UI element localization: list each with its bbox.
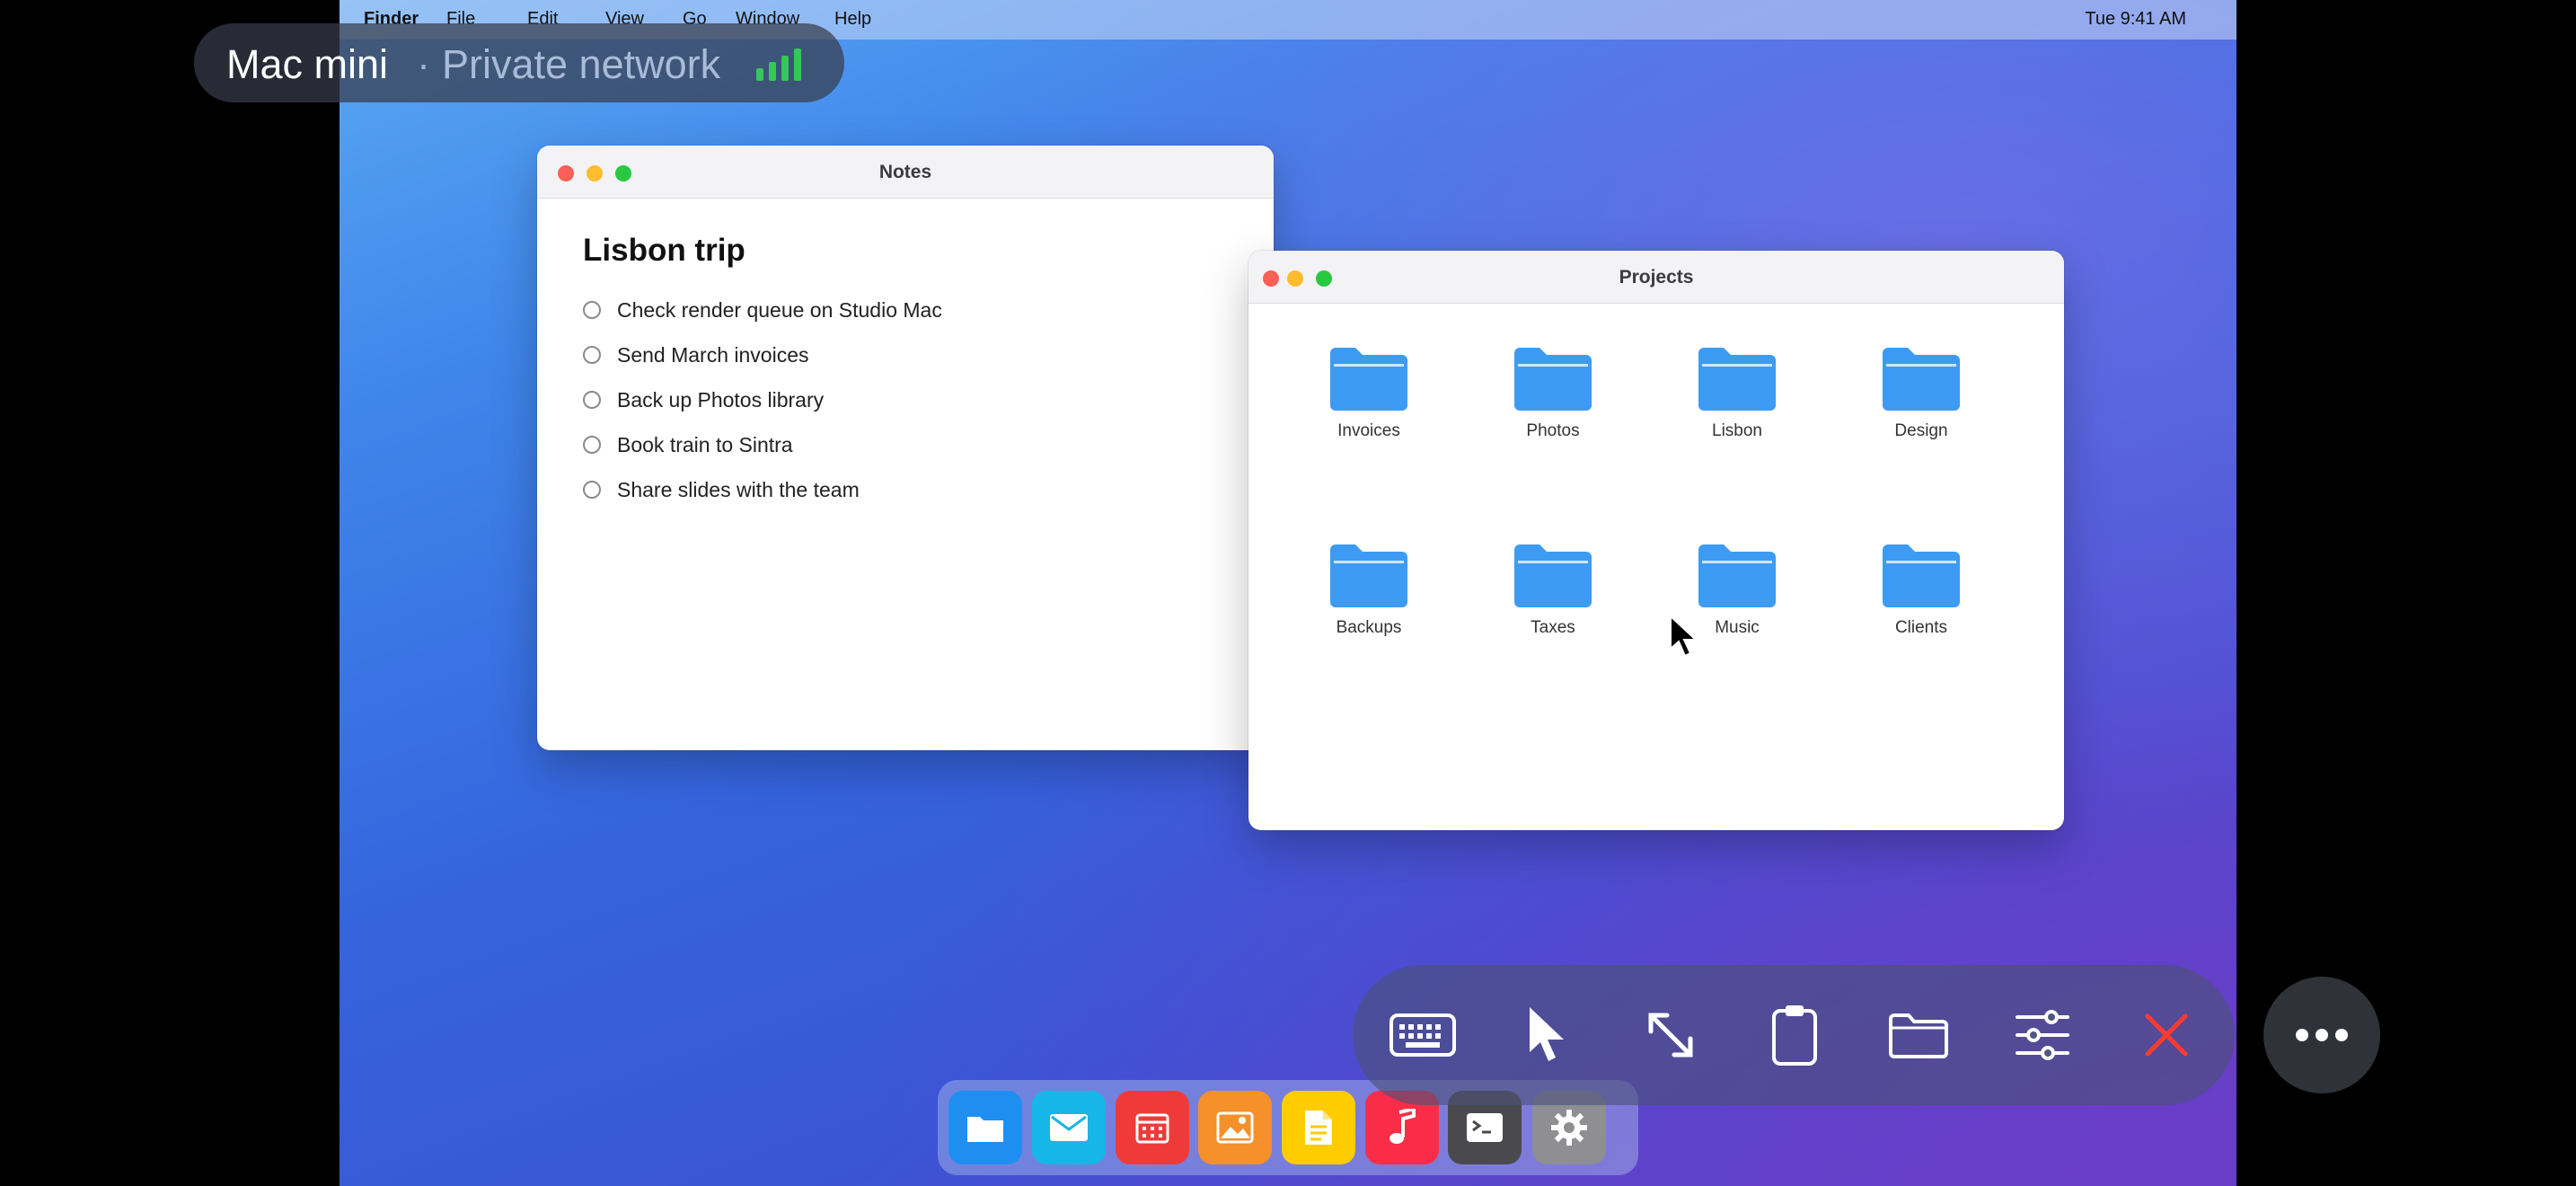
folder-icon [1698,544,1776,607]
folder-item[interactable]: Taxes [1481,543,1625,638]
folder-label: Backups [1336,618,1402,637]
notes-icon[interactable] [1282,1091,1355,1164]
close-icon[interactable] [2129,997,2204,1073]
folder-item[interactable]: Backups [1297,543,1441,638]
menu-help[interactable]: Help [834,9,871,30]
folder-label: Lisbon [1712,421,1762,440]
projects-window-title: Projects [1619,267,1694,288]
todo-text[interactable]: Share slides with the team [617,478,860,502]
signal-bars-icon [756,49,801,81]
folder-icon [1330,544,1407,607]
projects-titlebar[interactable]: Projects [1248,251,2064,304]
folder-icon [1514,544,1592,607]
folder-label: Clients [1894,618,1948,637]
todo-checkbox[interactable] [583,481,601,499]
notes-window-title: Notes [878,162,932,182]
folder-item[interactable]: Invoices [1297,346,1441,441]
todo-checkbox[interactable] [583,301,601,319]
projects-window[interactable]: Projects Invoices Photos Lisbon Design Backu… [1248,251,2064,830]
calendar-icon[interactable] [1116,1091,1189,1164]
menu-bar-clock[interactable]: Tue 9:41 AM [2085,9,2186,30]
photos-icon[interactable] [1198,1091,1272,1164]
folder-icon [1883,348,1960,411]
network-label: Private network [442,41,721,87]
todo-checkbox[interactable] [583,346,601,364]
notes-window[interactable]: Notes Lisbon trip Check render queue on … [537,146,1274,750]
todo-checkbox[interactable] [583,391,601,409]
mouse-cursor-icon [1670,615,1698,658]
folder-item[interactable]: Design [1849,346,1993,441]
folder-icon[interactable] [1881,997,1956,1073]
todo-text[interactable]: Book train to Sintra [617,433,793,457]
folder-icon [1330,348,1407,411]
settings-sliders-icon[interactable] [2005,997,2080,1073]
folder-label: Taxes [1531,618,1575,637]
folder-icon [1698,348,1776,411]
todo-text[interactable]: Check render queue on Studio Mac [617,298,942,323]
separator-dot: · [417,41,430,87]
mail-icon[interactable] [1032,1091,1106,1164]
clipboard-icon[interactable] [1757,997,1832,1073]
files-icon[interactable] [948,1091,1022,1164]
todo-item[interactable]: Send March invoices [583,341,809,368]
keyboard-icon[interactable] [1385,997,1460,1073]
folder-item[interactable]: Lisbon [1665,346,1809,441]
remote-control-toolbar [1353,965,2235,1105]
todo-item[interactable]: Share slides with the team [583,476,860,503]
folder-label: Design [1894,421,1948,440]
note-heading[interactable]: Lisbon trip [583,233,745,269]
todo-item[interactable]: Book train to Sintra [583,431,793,458]
folder-item[interactable]: Clients [1849,543,1993,638]
pointer-icon[interactable] [1509,997,1584,1073]
folder-label: Photos [1526,421,1580,440]
host-name: Mac mini [226,41,389,87]
folder-icon [1883,544,1960,607]
todo-checkbox[interactable] [583,436,601,454]
todo-item[interactable]: Check render queue on Studio Mac [583,296,942,323]
folder-label: Invoices [1337,421,1400,440]
todo-item[interactable]: Back up Photos library [583,386,824,413]
resize-icon[interactable] [1633,997,1708,1073]
todo-text[interactable]: Send March invoices [617,343,809,367]
more-icon[interactable] [2263,977,2380,1093]
todo-text[interactable]: Back up Photos library [617,388,824,412]
folder-icon [1514,348,1592,411]
folder-item[interactable]: Photos [1481,346,1625,441]
notes-titlebar[interactable]: Notes [537,146,1274,199]
session-status-pill[interactable]: Mac mini · Private network [194,23,844,102]
